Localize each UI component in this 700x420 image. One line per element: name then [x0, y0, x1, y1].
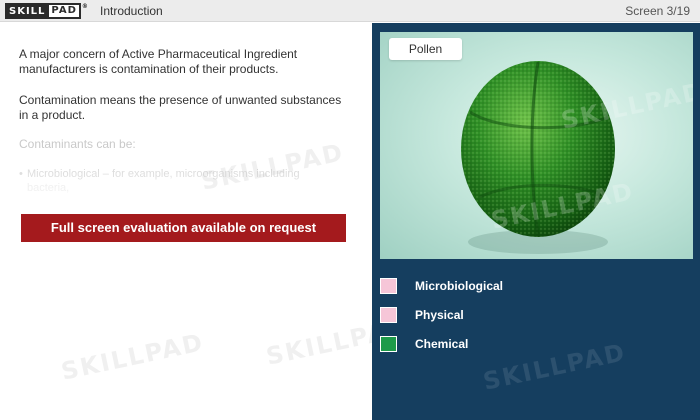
answer-options: Microbiological Physical Chemical: [380, 271, 503, 358]
top-bar: SKILL PAD ® Introduction Screen 3/19: [0, 0, 700, 22]
screen-counter: Screen 3/19: [625, 4, 690, 18]
pollen-image: Pollen SKILLPAD SKILLPAD: [380, 32, 693, 259]
section-title: Introduction: [100, 4, 163, 18]
bullet-text: Microbiological – for example, microorga…: [27, 168, 300, 180]
watermark: SKILLPAD: [58, 328, 207, 386]
contaminants-heading: Contaminants can be:: [19, 137, 136, 151]
content-area: A major concern of Active Pharmaceutical…: [0, 23, 412, 420]
evaluation-banner[interactable]: Full screen evaluation available on requ…: [21, 214, 346, 242]
logo-registered-mark: ®: [81, 3, 88, 10]
media-panel: Pollen SKILLPAD SKILLPAD Microbiological…: [372, 23, 700, 420]
definition-paragraph: Contamination means the presence of unwa…: [19, 93, 342, 122]
pollen-icon: [461, 61, 615, 254]
option-physical[interactable]: Physical: [380, 300, 503, 329]
option-chemical[interactable]: Chemical: [380, 329, 503, 358]
option-label[interactable]: Physical: [415, 308, 464, 322]
image-caption: Pollen: [389, 38, 462, 60]
checkbox-icon[interactable]: [380, 306, 397, 323]
bullet-text-cut: bacteria,: [27, 182, 70, 194]
logo-skill-text: SKILL: [5, 3, 48, 19]
skillpad-logo: SKILL PAD ®: [5, 3, 88, 19]
logo-pad-text: PAD: [47, 3, 81, 19]
option-microbiological[interactable]: Microbiological: [380, 271, 503, 300]
intro-paragraph: A major concern of Active Pharmaceutical…: [19, 47, 298, 76]
checkbox-icon[interactable]: [380, 335, 397, 352]
option-label[interactable]: Chemical: [415, 337, 468, 351]
option-label[interactable]: Microbiological: [415, 279, 503, 293]
checkbox-icon[interactable]: [380, 277, 397, 294]
bullet-icon: •: [19, 168, 23, 180]
list-item: • Microbiological – for example, microor…: [19, 167, 329, 195]
